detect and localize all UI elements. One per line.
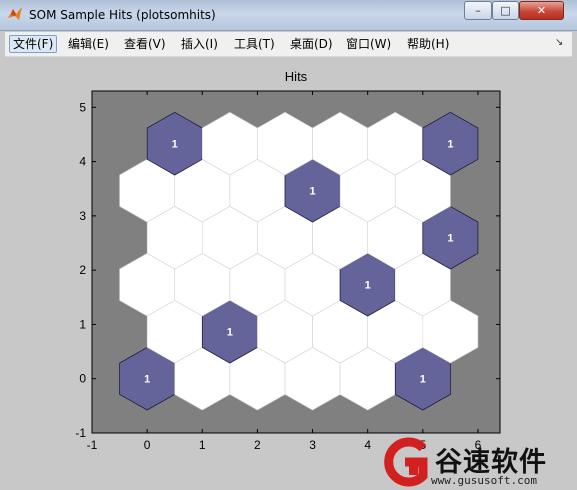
chart-title: Hits (285, 69, 308, 84)
hit-count-label: 1 (365, 280, 371, 292)
hit-count-label: 1 (227, 327, 233, 339)
x-tick-label: 0 (144, 438, 151, 452)
menu-tools[interactable]: 工具(T) (231, 35, 278, 53)
x-tick-label: -1 (87, 438, 98, 452)
menu-bar: 文件(F) 编辑(E) 查看(V) 插入(I) 工具(T) 桌面(D) 窗口(W… (5, 32, 572, 57)
y-tick-label: 0 (79, 372, 86, 386)
menu-file[interactable]: 文件(F) (9, 35, 58, 53)
maximize-button[interactable]: □ (492, 1, 519, 20)
y-tick-label: 1 (79, 317, 86, 331)
som-hits-plot: Hits1 111111 1-1 0 1 2 3 4 5 6-1012345 (75, 69, 501, 452)
y-tick-label: 3 (79, 209, 86, 223)
y-tick-label: -1 (75, 426, 86, 440)
menu-window[interactable]: 窗口(W) (343, 35, 394, 53)
hit-count-label: 1 (172, 139, 178, 151)
minimize-button[interactable]: – (464, 1, 492, 20)
hit-count-label: 1 (447, 139, 453, 151)
menu-insert[interactable]: 插入(I) (178, 35, 221, 53)
watermark: 谷速软件 www.gususoft.com (377, 436, 577, 490)
matlab-icon (8, 7, 22, 20)
toolbar-overflow-icon[interactable]: ↘ (555, 37, 563, 48)
watermark-url: www.gususoft.com (431, 474, 537, 487)
minimize-icon: – (475, 4, 481, 17)
title-bar[interactable]: SOM Sample Hits (plotsomhits) – □ ✕ (0, 0, 577, 31)
menu-help[interactable]: 帮助(H) (404, 35, 452, 53)
menu-view[interactable]: 查看(V) (121, 35, 169, 53)
hit-count-label: 1 (420, 374, 426, 386)
figure-canvas: Hits 1 1 1 1 1 1 1 1 -1 0 1 2 3 4 5 6 -1 0 1 2 3 4 5 (5, 57, 572, 486)
y-tick-label: 4 (79, 155, 86, 169)
window-title: SOM Sample Hits (plotsomhits) (29, 8, 216, 22)
maximize-icon: □ (500, 4, 511, 17)
y-tick-label: 5 (79, 100, 86, 114)
menu-edit[interactable]: 编辑(E) (65, 35, 112, 53)
x-tick-label: 4 (364, 438, 371, 452)
watermark-logo-icon (384, 437, 428, 487)
y-tick-label: 2 (79, 263, 86, 277)
x-tick-label: 3 (309, 438, 316, 452)
figure-window: SOM Sample Hits (plotsomhits) – □ ✕ 文件(F… (0, 0, 577, 490)
menu-desktop[interactable]: 桌面(D) (287, 35, 336, 53)
close-icon: ✕ (536, 4, 547, 17)
close-button[interactable]: ✕ (519, 1, 564, 20)
hit-count-label: 1 (309, 186, 315, 198)
hit-count-label: 1 (447, 233, 453, 245)
x-tick-label: 2 (254, 438, 261, 452)
hit-count-label: 1 (144, 374, 150, 386)
x-tick-label: 1 (199, 438, 206, 452)
